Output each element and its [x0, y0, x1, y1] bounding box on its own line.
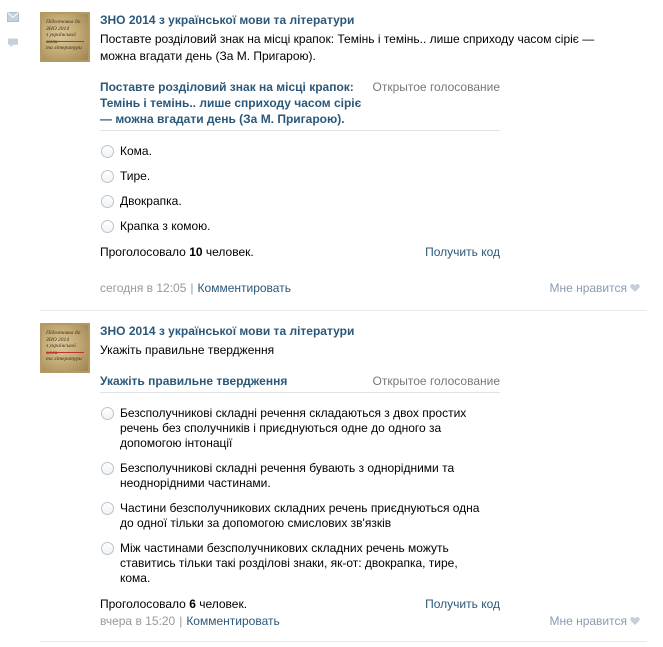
- heart-icon: [630, 284, 640, 292]
- poll-option-label: Між частинами безсполучникових складних …: [120, 541, 458, 585]
- avatar-text-line: з української мови: [46, 343, 76, 356]
- poll-question[interactable]: Укажіть правильне твердження: [100, 373, 365, 389]
- poll-option[interactable]: Між частинами безсполучникових складних …: [100, 541, 480, 586]
- poll-type-label: Открытое голосование: [372, 80, 500, 94]
- post-author-link[interactable]: ЗНО 2014 з української мови та літератур…: [100, 12, 640, 28]
- poll-option[interactable]: Тире.: [100, 169, 480, 184]
- poll-option-label: Частини безсполучникових складних речень…: [120, 501, 480, 530]
- poll-option-label: Кома.: [120, 144, 152, 158]
- like-button[interactable]: Мне нравится: [549, 280, 640, 296]
- get-code-link[interactable]: Получить код: [425, 596, 500, 612]
- avatar-text-line: з української мови: [46, 32, 76, 45]
- poll-option[interactable]: Частини безсполучникових складних речень…: [100, 501, 480, 531]
- heart-icon: [630, 617, 640, 625]
- poll-option-label: Двокрапка.: [120, 194, 182, 208]
- poll-vote-count: Проголосовало 10 человек.: [100, 245, 254, 259]
- poll-option[interactable]: Крапка з комою.: [100, 219, 480, 234]
- post-date-link[interactable]: вчера в 15:20: [100, 614, 175, 628]
- poll-question[interactable]: Поставте розділовий знак на місці крапок…: [100, 79, 365, 127]
- radio-button[interactable]: [101, 462, 114, 475]
- community-avatar[interactable]: Підготовка до ЗНО 2014 з української мов…: [40, 323, 90, 373]
- poll: Укажіть правильне твердження Открытое го…: [100, 373, 500, 614]
- left-icon-strip: [0, 0, 26, 647]
- post-text: Укажіть правильне твердження: [100, 343, 275, 357]
- poll-option[interactable]: Безсполучникові складні речення бувають …: [100, 461, 480, 491]
- community-avatar[interactable]: Підготовка до ЗНО 2014 з української мов…: [40, 12, 90, 62]
- avatar-text-line: та літератури: [46, 45, 82, 51]
- comment-link[interactable]: Комментировать: [198, 281, 291, 295]
- radio-button[interactable]: [101, 502, 114, 515]
- poll-option[interactable]: Безсполучникові складні речення складают…: [100, 406, 480, 451]
- post-date-link[interactable]: сегодня в 12:05: [100, 281, 186, 295]
- wall-post: Підготовка до ЗНО 2014 з української мов…: [40, 0, 647, 310]
- radio-button[interactable]: [101, 170, 114, 183]
- radio-button[interactable]: [101, 145, 114, 158]
- like-button[interactable]: Мне нравится: [549, 613, 640, 629]
- mail-icon[interactable]: [7, 12, 19, 22]
- radio-button[interactable]: [101, 220, 114, 233]
- wall-feed: Підготовка до ЗНО 2014 з української мов…: [26, 0, 663, 647]
- radio-button[interactable]: [101, 407, 114, 420]
- poll-option[interactable]: Кома.: [100, 144, 480, 159]
- poll: Поставте розділовий знак на місці крапок…: [100, 79, 500, 262]
- radio-button[interactable]: [101, 542, 114, 555]
- radio-button[interactable]: [101, 195, 114, 208]
- poll-type-label: Открытое голосование: [372, 374, 500, 388]
- get-code-link[interactable]: Получить код: [425, 244, 500, 260]
- post-footer: сегодня в 12:05 | Комментировать Мне нрави…: [100, 280, 640, 296]
- post-footer: вчера в 15:20 | Комментировать Мне нравитс…: [100, 613, 640, 629]
- poll-option-label: Крапка з комою.: [120, 219, 211, 233]
- poll-option[interactable]: Двокрапка.: [100, 194, 480, 209]
- poll-option-label: Безсполучникові складні речення бувають …: [120, 461, 455, 490]
- comment-icon[interactable]: [7, 38, 19, 48]
- poll-option-label: Тире.: [120, 169, 151, 183]
- poll-vote-count: Проголосовало 6 человек.: [100, 597, 248, 611]
- poll-option-label: Безсполучникові складні речення складают…: [120, 406, 467, 450]
- avatar-text-line: та літератури: [46, 356, 82, 362]
- post-divider: [40, 641, 647, 642]
- wall-post: Підготовка до ЗНО 2014 з української мов…: [40, 311, 647, 642]
- like-label: Мне нравится: [549, 614, 627, 628]
- post-author-link[interactable]: ЗНО 2014 з української мови та літератур…: [100, 323, 640, 339]
- comment-link[interactable]: Комментировать: [186, 614, 279, 628]
- like-label: Мне нравится: [549, 281, 627, 295]
- post-text: Поставте розділовий знак на місці крапок…: [100, 32, 595, 63]
